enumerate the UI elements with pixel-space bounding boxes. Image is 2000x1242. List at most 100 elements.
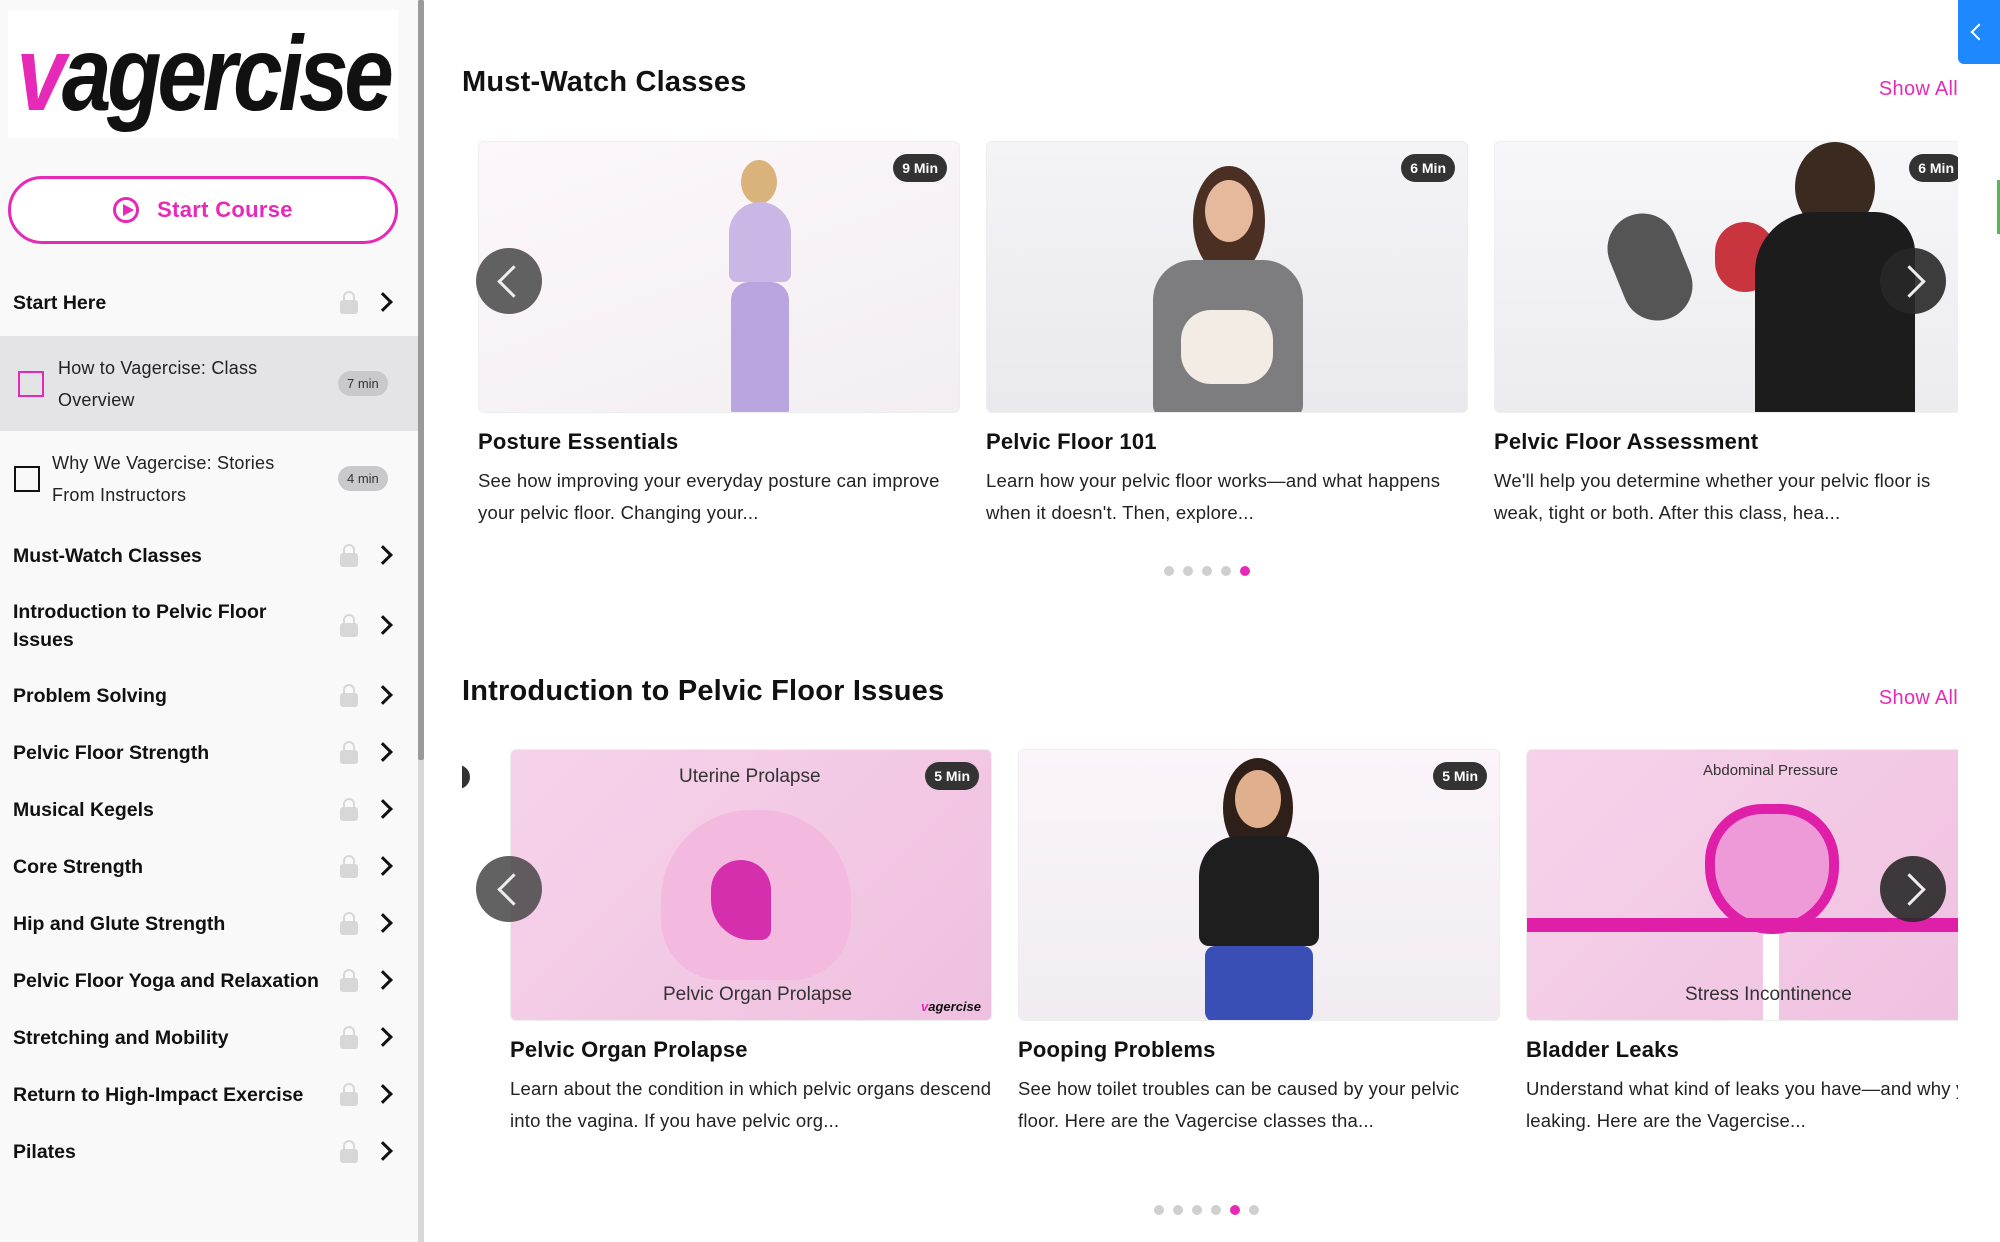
pagination-dot[interactable] [1183,566,1193,576]
card-description: Learn about the condition in which pelvi… [510,1078,992,1131]
class-card[interactable]: 5 Min Pooping Problems See how toilet tr… [1018,749,1500,1137]
section-pilates[interactable]: Pilates [0,1123,418,1180]
carousel-next-button[interactable] [1880,856,1946,922]
card-thumbnail[interactable]: 6 Min [986,141,1468,413]
pagination-dot[interactable] [1211,1205,1221,1215]
card-title[interactable]: Pelvic Floor 101 [986,429,1468,455]
section-core-strength[interactable]: Core Strength [0,838,418,895]
chevron-right-icon[interactable] [373,684,393,705]
duration-badge: 9 Min [893,154,947,182]
section-yoga-relaxation[interactable]: Pelvic Floor Yoga and Relaxation [0,952,418,1009]
section-label: Introduction to Pelvic Floor Issues [13,601,267,651]
row-title-intro-issues: Introduction to Pelvic Floor Issues [462,675,945,707]
main-content: Must-Watch Classes Show All 9 Min Postur… [430,0,2000,1242]
class-card[interactable]: 6 Min Pelvic Floor 101 Learn how your pe… [986,141,1468,529]
course-nav: Start Here How to Vagercise: Class Overv… [0,270,418,1180]
chevron-right-icon[interactable] [373,912,393,933]
card-title[interactable]: Bladder Leaks [1526,1037,1958,1063]
section-problem-solving[interactable]: Problem Solving [0,667,418,724]
chevron-right-icon[interactable] [373,615,393,635]
chevron-right-icon[interactable] [373,1026,393,1047]
checkbox-icon[interactable] [14,465,40,492]
chevron-right-icon[interactable] [373,855,393,876]
lesson-class-overview[interactable]: How to Vagercise: Class Overview 7 min [0,336,418,431]
carousel-pagination [1154,1205,1259,1215]
section-high-impact[interactable]: Return to High-Impact Exercise [0,1066,418,1123]
card-thumbnail[interactable]: 9 Min [478,141,960,413]
class-card[interactable]: Uterine Prolapse Pelvic Organ Prolapse v… [510,749,992,1137]
duration-badge: 5 Min [1433,762,1487,790]
lesson-stories-from-instructors[interactable]: Why We Vagercise: Stories From Instructo… [0,431,418,526]
vagercise-logo[interactable]: vagercise [8,10,398,138]
show-all-link[interactable]: Show All [1879,78,1958,101]
lesson-title: Why We Vagercise: Stories From Instructo… [52,452,275,505]
card-thumbnail[interactable]: Uterine Prolapse Pelvic Organ Prolapse v… [510,749,992,1021]
pagination-dot[interactable] [1249,1205,1259,1215]
chevron-right-icon[interactable] [373,798,393,819]
chevron-right-icon[interactable] [373,969,393,990]
pagination-dot[interactable] [1164,566,1174,576]
diagram-label: Pelvic Organ Prolapse [663,984,853,1005]
start-course-button[interactable]: Start Course [8,176,398,244]
instructor-figure [729,202,791,282]
lock-icon [340,797,358,821]
start-course-label: Start Course [157,197,293,222]
checkbox-icon[interactable] [18,370,44,397]
section-label: Problem Solving [13,684,167,707]
section-start-here[interactable]: Start Here [0,270,418,336]
duration-badge: 5 Min [925,762,979,790]
show-all-link[interactable]: Show All [1879,687,1958,710]
chevron-right-icon[interactable] [373,292,393,312]
card-thumbnail[interactable]: 5 Min [1018,749,1500,1021]
class-card[interactable]: 6 Min Pelvic Floor Assessment We'll help… [1494,141,1958,529]
pagination-dot[interactable] [1173,1205,1183,1215]
card-title[interactable]: Pelvic Floor Assessment [1494,429,1958,455]
lock-icon [340,1082,358,1106]
duration-badge: 6 Min [1401,154,1455,182]
card-title[interactable]: Pelvic Organ Prolapse [510,1037,992,1063]
duration-badge: 6 Min [1909,154,1958,182]
card-title[interactable]: Pooping Problems [1018,1037,1500,1063]
hand-mirror [1596,202,1704,332]
lock-icon [340,614,358,637]
chevron-right-icon[interactable] [373,1083,393,1104]
section-hip-glute-strength[interactable]: Hip and Glute Strength [0,895,418,952]
lock-icon [340,1025,358,1049]
play-circle-icon [113,197,140,223]
pagination-dot-active[interactable] [1240,566,1250,576]
pagination-dot[interactable] [1221,566,1231,576]
card-title[interactable]: Posture Essentials [478,429,960,455]
section-must-watch-classes[interactable]: Must-Watch Classes [0,526,418,585]
watermark-logo: vagercise [921,999,981,1014]
lock-icon [340,968,358,992]
instructor-figure [741,160,777,204]
section-label: Must-Watch Classes [13,544,202,567]
pagination-dot[interactable] [1154,1205,1164,1215]
chevron-right-icon[interactable] [373,1140,393,1161]
pelvic-floor-line [1527,918,1958,932]
section-intro-pelvic-floor-issues[interactable]: Introduction to Pelvic Floor Issues [0,585,418,667]
section-musical-kegels[interactable]: Musical Kegels [0,781,418,838]
logo-wordmark: vagercise [16,14,393,133]
instructor-figure [1205,946,1313,1020]
collapse-panel-button[interactable] [1958,0,2000,64]
pagination-dot[interactable] [1202,566,1212,576]
bladder-diagram [1705,804,1839,934]
chevron-right-icon[interactable] [373,544,393,565]
section-stretching-mobility[interactable]: Stretching and Mobility [0,1009,418,1066]
class-card[interactable]: Abdominal Pressure Stress Incontinence 6… [1526,749,1958,1137]
lesson-duration: 4 min [338,466,388,491]
row-title-must-watch: Must-Watch Classes [462,66,747,98]
class-card[interactable]: 9 Min Posture Essentials See how improvi… [478,141,960,529]
pagination-dot[interactable] [1192,1205,1202,1215]
carousel-prev-button[interactable] [476,856,542,922]
pagination-dot-active[interactable] [1230,1205,1240,1215]
chevron-right-icon[interactable] [373,741,393,762]
carousel-prev-button[interactable] [476,248,542,314]
lesson-duration: 7 min [338,371,388,396]
card-description: Understand what kind of leaks you have—a… [1526,1078,1958,1131]
sidebar-scrollbar[interactable] [418,0,424,760]
carousel-next-button[interactable] [1880,248,1946,314]
instructor-figure [1199,836,1319,946]
section-pelvic-floor-strength[interactable]: Pelvic Floor Strength [0,724,418,781]
